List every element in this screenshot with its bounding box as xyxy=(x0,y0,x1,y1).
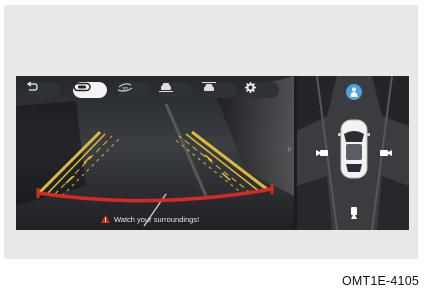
view-indicator: F xyxy=(288,147,292,154)
warning-text: Watch your surroundings! xyxy=(114,215,200,224)
warning-message: Watch your surroundings! xyxy=(101,215,199,224)
car-top-view xyxy=(338,119,370,179)
camera-screen: 3D Watch your surroundings! F xyxy=(16,76,409,230)
3d-view-button[interactable]: 3D xyxy=(116,82,150,98)
top-view-panel xyxy=(297,76,409,230)
front-wide-view-button[interactable] xyxy=(159,82,193,98)
right-camera-icon[interactable] xyxy=(379,148,393,158)
back-button[interactable] xyxy=(26,82,60,98)
figure-code: OMT1E-4105 xyxy=(341,274,419,288)
person-camera-icon[interactable] xyxy=(346,84,362,100)
settings-button[interactable] xyxy=(245,82,279,98)
svg-text:3D: 3D xyxy=(122,87,129,93)
rear-camera-icon[interactable] xyxy=(347,206,361,220)
rear-wide-view-button[interactable] xyxy=(202,82,236,98)
left-camera-icon[interactable] xyxy=(315,148,329,158)
rear-view-button[interactable] xyxy=(73,82,107,98)
rear-camera-view: 3D Watch your surroundings! xyxy=(16,76,294,230)
warning-triangle-icon xyxy=(101,215,110,224)
camera-toolbar: 3D xyxy=(26,82,290,100)
